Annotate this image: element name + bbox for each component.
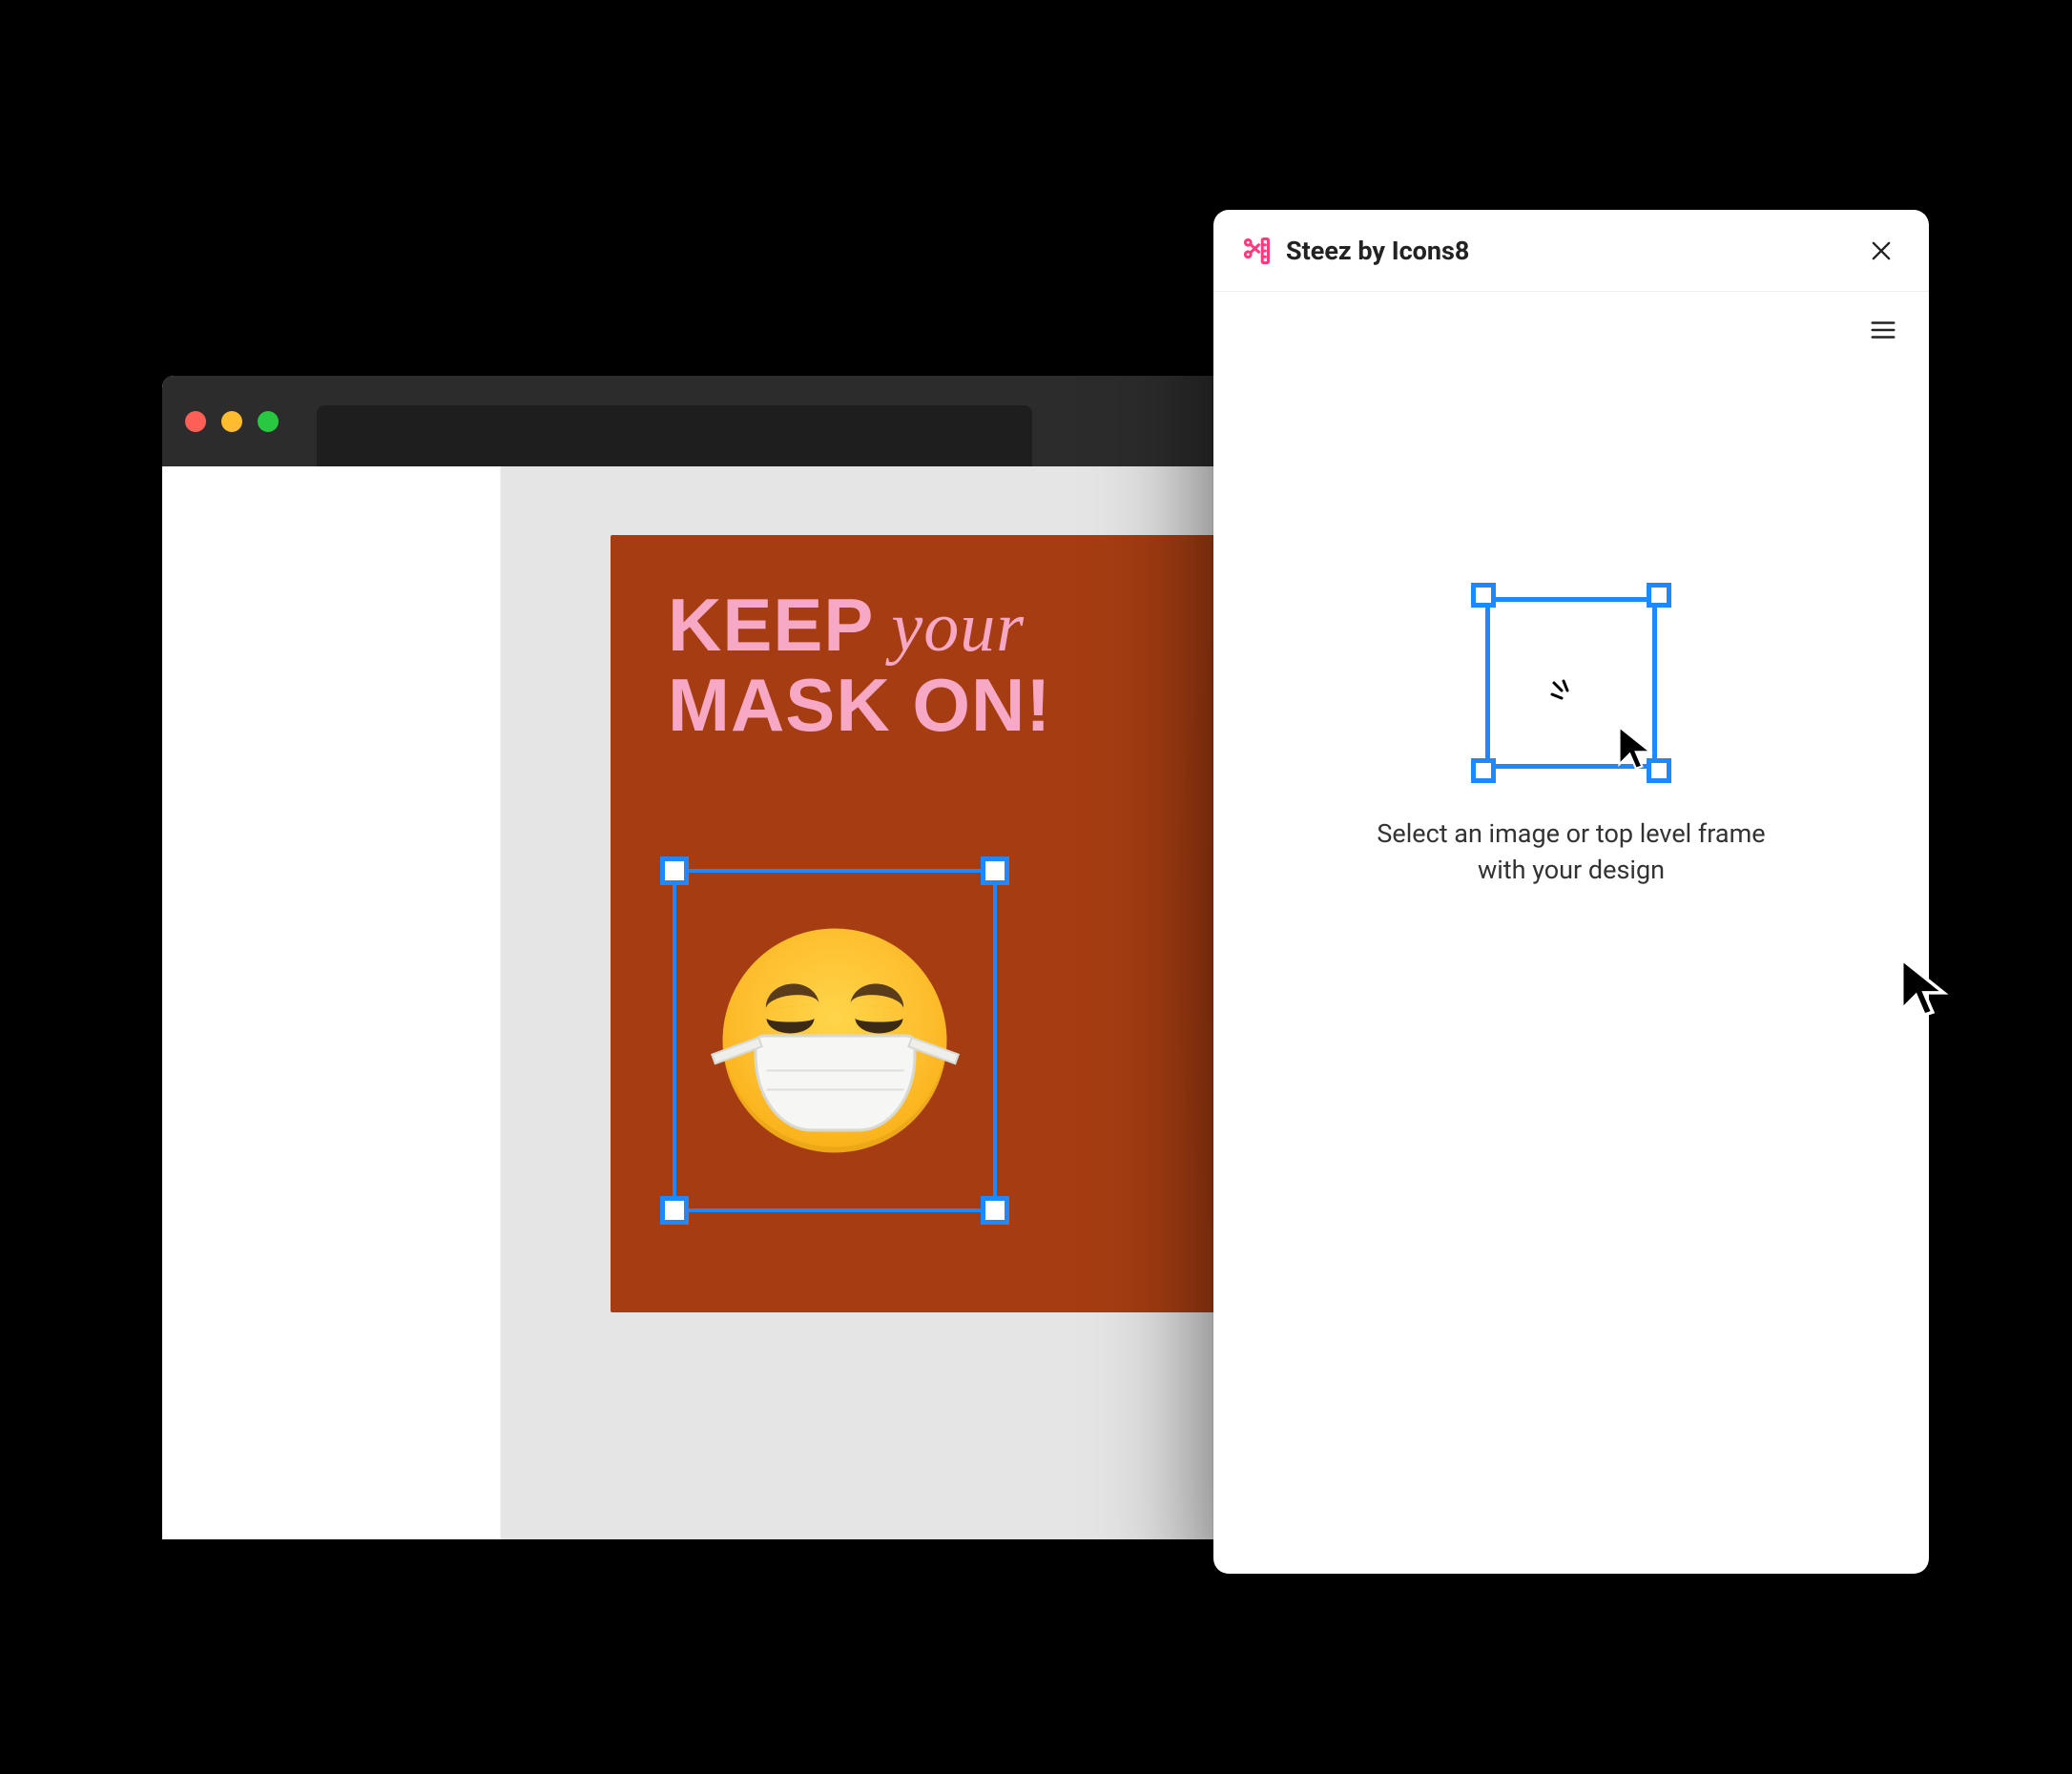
plugin-toolbar <box>1213 292 1929 368</box>
plugin-header: Steez by Icons8 <box>1213 210 1929 292</box>
system-cursor-icon <box>1894 954 1960 1021</box>
cursor-pointer-icon <box>1613 723 1663 773</box>
close-icon <box>1868 237 1895 264</box>
hint-line-1: Select an image or top level frame <box>1377 816 1765 853</box>
selection-handle-tr[interactable] <box>981 856 1009 885</box>
plugin-title: Steez by Icons8 <box>1286 236 1847 266</box>
poster-headline: KEEP your MASK ON! <box>668 588 1051 745</box>
spark-icon <box>1546 675 1585 713</box>
hint-line-2: with your design <box>1377 853 1765 889</box>
masked-face-emoji-icon[interactable] <box>723 929 947 1153</box>
emoji-brow-left <box>763 981 818 1010</box>
canvas-selection-box[interactable] <box>673 869 997 1212</box>
window-close-button[interactable] <box>185 411 206 432</box>
editor-tab[interactable] <box>317 405 1032 466</box>
window-controls <box>185 411 279 432</box>
menu-button[interactable] <box>1864 311 1902 349</box>
emoji-brow-right <box>850 981 905 1010</box>
close-button[interactable] <box>1862 232 1900 270</box>
selection-handle-br[interactable] <box>981 1196 1009 1225</box>
poster-word-your: your <box>891 592 1025 663</box>
selection-handle-bl[interactable] <box>660 1196 689 1225</box>
hamburger-icon <box>1869 316 1897 344</box>
plugin-body: Select an image or top level frame with … <box>1213 368 1929 1574</box>
hint-illustration <box>1485 597 1657 769</box>
selection-handle-tl[interactable] <box>660 856 689 885</box>
layers-panel[interactable] <box>162 466 501 1539</box>
hint-text: Select an image or top level frame with … <box>1377 816 1765 889</box>
hint-handle <box>1647 583 1671 608</box>
hint-handle <box>1471 758 1496 783</box>
hint-handle <box>1471 583 1496 608</box>
poster-word-keep: KEEP <box>668 588 874 662</box>
window-minimize-button[interactable] <box>221 411 242 432</box>
scissors-ruler-icon <box>1242 237 1271 265</box>
poster-line-mask-on: MASK ON! <box>668 667 1051 745</box>
window-zoom-button[interactable] <box>258 411 279 432</box>
emoji-eye-right <box>856 1019 903 1034</box>
emoji-mask <box>754 1035 916 1132</box>
emoji-eye-left <box>767 1019 815 1034</box>
plugin-panel: Steez by Icons8 <box>1213 210 1929 1574</box>
